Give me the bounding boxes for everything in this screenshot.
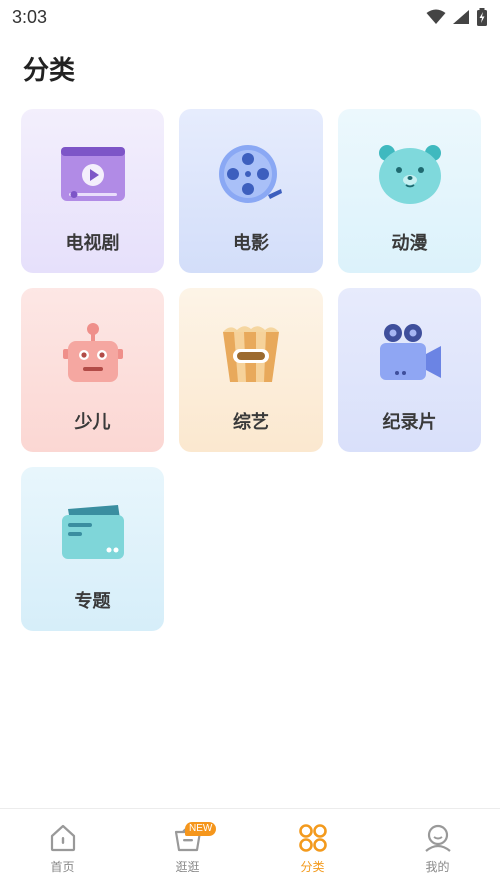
category-documentary[interactable]: 纪录片 — [338, 288, 481, 452]
folder-card-icon — [60, 499, 126, 565]
tab-home[interactable]: 首页 — [0, 809, 125, 889]
robot-icon — [60, 320, 126, 386]
bear-face-icon — [377, 141, 443, 207]
tab-label: 分类 — [300, 860, 325, 874]
category-kids[interactable]: 少儿 — [21, 288, 164, 452]
category-label: 纪录片 — [382, 412, 437, 433]
category-movie[interactable]: 电影 — [179, 109, 323, 273]
video-camera-icon — [377, 320, 443, 386]
category-variety[interactable]: 综艺 — [179, 288, 323, 452]
category-topics[interactable]: 专题 — [21, 467, 164, 631]
category-label: 电视剧 — [65, 233, 120, 254]
tab-category[interactable]: 分类 — [250, 809, 375, 889]
tab-label: 逛逛 — [175, 860, 200, 874]
tv-series-icon — [60, 141, 126, 207]
status-time: 3:03 — [12, 6, 48, 27]
home-icon — [50, 824, 75, 852]
category-label: 动漫 — [391, 233, 428, 254]
category-label: 综艺 — [233, 412, 269, 433]
tab-label: 首页 — [50, 860, 75, 874]
popcorn-icon — [218, 320, 284, 386]
signal-icon — [453, 10, 469, 24]
category-label: 专题 — [74, 591, 111, 612]
film-reel-icon — [218, 141, 284, 207]
tab-mine[interactable]: 我的 — [375, 809, 500, 889]
category-label: 电影 — [233, 233, 269, 254]
page-title: 分类 — [23, 56, 76, 86]
status-bar: 3:03 — [0, 0, 500, 34]
user-icon — [424, 824, 451, 852]
status-icons — [426, 8, 488, 26]
grid-circles-icon — [298, 824, 327, 852]
tab-explore[interactable]: NEW 逛逛 — [125, 809, 250, 889]
category-tv-series[interactable]: 电视剧 — [21, 109, 164, 273]
wifi-icon — [426, 9, 446, 24]
new-badge: NEW — [185, 822, 217, 836]
category-anime[interactable]: 动漫 — [338, 109, 481, 273]
category-grid: 电视剧 电影 动漫 少儿 综艺 纪录片 专题 — [21, 109, 481, 631]
battery-icon — [477, 8, 487, 26]
tab-label: 我的 — [425, 860, 450, 874]
bottom-tab-bar: 首页 NEW 逛逛 分类 我的 — [0, 808, 500, 889]
category-label: 少儿 — [74, 412, 111, 433]
